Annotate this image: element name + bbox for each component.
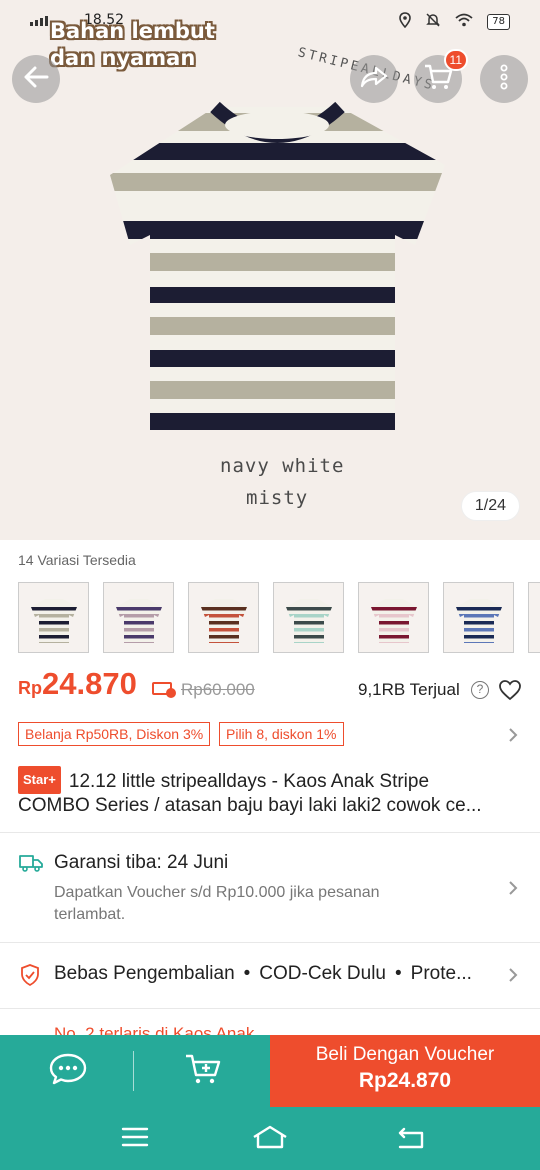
back-nav-icon[interactable] bbox=[396, 1125, 426, 1154]
service-cod: COD-Cek Dulu bbox=[259, 963, 386, 984]
product-title: Star+ 12.12 little stripealldays - Kaos A… bbox=[18, 766, 524, 818]
cart-button[interactable]: 11 bbox=[414, 49, 468, 103]
variant-thumbnail[interactable] bbox=[188, 582, 259, 653]
shield-icon bbox=[20, 964, 40, 991]
bottom-action-bar: Beli Dengan Voucher Rp24.870 bbox=[0, 1035, 540, 1107]
service-protection: Prote... bbox=[410, 963, 472, 984]
divider bbox=[0, 942, 540, 943]
variant-thumbnails bbox=[18, 582, 540, 653]
divider bbox=[0, 832, 540, 833]
more-options-button[interactable] bbox=[480, 55, 528, 103]
delivery-truck-icon bbox=[19, 854, 43, 877]
guarantee-chevron-right-icon[interactable] bbox=[508, 880, 518, 901]
variant-thumbnail[interactable] bbox=[443, 582, 514, 653]
promo-line-1: Bahan lembut bbox=[50, 19, 215, 43]
share-button[interactable] bbox=[350, 55, 398, 103]
voucher-tag-spend[interactable]: Belanja Rp50RB, Diskon 3% bbox=[18, 722, 211, 746]
services-row[interactable]: Bebas Pengembalian • COD-Cek Dulu • Prote... bbox=[54, 963, 472, 985]
bar-separator bbox=[133, 1051, 134, 1091]
location-icon bbox=[399, 12, 412, 32]
services-chevron-right-icon[interactable] bbox=[508, 967, 518, 988]
image-counter: 1/24 bbox=[460, 491, 520, 521]
menu-icon[interactable] bbox=[121, 1125, 149, 1154]
help-icon[interactable]: ? bbox=[471, 681, 489, 699]
delivery-guarantee-title[interactable]: Garansi tiba: 24 Juni bbox=[54, 852, 228, 874]
battery-indicator: 78 bbox=[487, 14, 510, 30]
product-image-gallery[interactable]: STRIPEALLDAYS navy white misty 1/24 18.5… bbox=[0, 0, 540, 540]
service-separator: • bbox=[243, 963, 251, 984]
service-free-return: Bebas Pengembalian bbox=[54, 963, 235, 984]
variant-thumbnail[interactable] bbox=[103, 582, 174, 653]
sold-count: 9,1RB Terjual bbox=[358, 680, 460, 699]
promo-overlay: Bahan lembut dan nyaman bbox=[50, 18, 215, 72]
divider bbox=[0, 1008, 540, 1009]
title-line-2: COMBO Series / atasan baju bayi laki lak… bbox=[18, 795, 482, 816]
chat-icon bbox=[49, 1052, 87, 1091]
current-price: Rp24.870 bbox=[18, 666, 137, 702]
price-value: 24.870 bbox=[42, 666, 137, 701]
add-to-cart-button[interactable] bbox=[135, 1035, 270, 1107]
home-icon[interactable] bbox=[252, 1125, 288, 1154]
back-button[interactable] bbox=[12, 55, 60, 103]
more-vertical-icon bbox=[500, 64, 508, 95]
image-caption-variant: misty bbox=[246, 487, 309, 509]
buy-button-price: Rp24.870 bbox=[358, 1069, 452, 1092]
product-photo bbox=[105, 95, 450, 440]
variant-thumbnail[interactable] bbox=[358, 582, 429, 653]
delivery-guarantee-subtitle: Dapatkan Voucher s/d Rp10.000 jika pesan… bbox=[54, 884, 380, 923]
vouchers-chevron-right-icon[interactable] bbox=[508, 727, 518, 748]
image-caption-color: navy white bbox=[220, 455, 345, 477]
voucher-tag-bundle[interactable]: Pilih 8, diskon 1% bbox=[219, 722, 344, 746]
system-navigation-bar bbox=[0, 1107, 540, 1170]
cod-icon bbox=[152, 682, 176, 698]
share-icon bbox=[360, 65, 388, 94]
wishlist-heart-icon[interactable] bbox=[498, 679, 522, 706]
variant-thumbnail[interactable] bbox=[528, 582, 540, 653]
promo-line-2: dan nyaman bbox=[50, 46, 196, 70]
original-price: Rp60.000 bbox=[181, 680, 255, 699]
wifi-icon bbox=[455, 13, 473, 31]
buy-button-label: Beli Dengan Voucher bbox=[315, 1044, 495, 1065]
cart-count-badge: 11 bbox=[443, 49, 468, 71]
price-currency: Rp bbox=[18, 678, 42, 698]
mute-bell-icon bbox=[425, 12, 441, 32]
buy-with-voucher-button[interactable]: Beli Dengan Voucher Rp24.870 bbox=[270, 1035, 540, 1107]
chat-button[interactable] bbox=[0, 1035, 135, 1107]
cart-plus-icon bbox=[184, 1052, 222, 1091]
service-separator: • bbox=[395, 963, 402, 984]
variants-title: 14 Variasi Tersedia bbox=[18, 552, 136, 568]
arrow-left-icon bbox=[23, 66, 49, 93]
variant-thumbnail[interactable] bbox=[273, 582, 344, 653]
title-line-1: 12.12 little stripealldays - Kaos Anak S… bbox=[68, 771, 430, 792]
signal-icon bbox=[30, 16, 48, 26]
star-plus-badge: Star+ bbox=[18, 766, 61, 794]
variant-thumbnail[interactable] bbox=[18, 582, 89, 653]
